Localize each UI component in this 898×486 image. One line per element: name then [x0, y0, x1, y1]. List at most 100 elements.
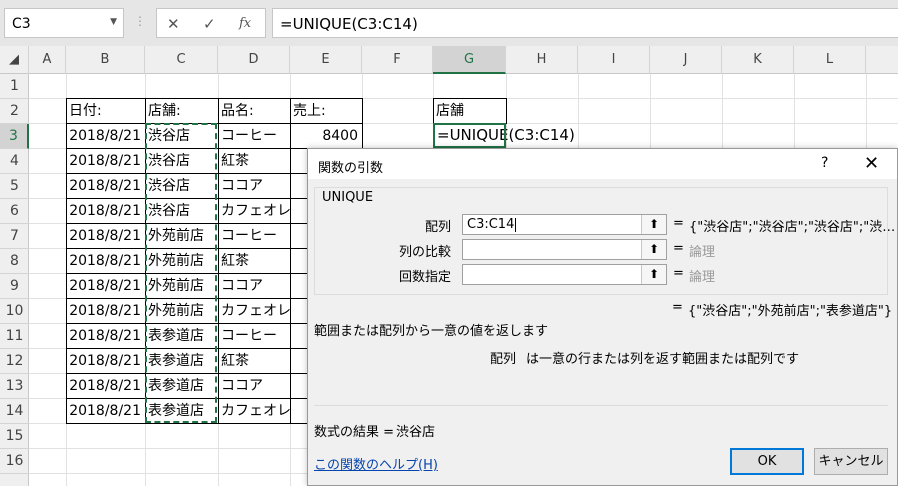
- column-header-e[interactable]: E: [290, 46, 362, 74]
- column-header-d[interactable]: D: [218, 46, 290, 74]
- table-cell[interactable]: 2018/8/21: [67, 149, 145, 173]
- function-help-link[interactable]: この関数のヘルプ(H): [314, 454, 438, 473]
- row-header-7[interactable]: 7: [0, 224, 29, 249]
- array-input[interactable]: C3:C14 ⬆: [462, 214, 667, 235]
- table-header-cell[interactable]: 日付:: [67, 99, 145, 123]
- table-cell[interactable]: カフェオレ: [219, 299, 290, 323]
- table-cell[interactable]: 2018/8/21: [67, 349, 145, 373]
- collapse-dialog-icon[interactable]: ⬆: [641, 215, 666, 234]
- help-icon[interactable]: ?: [821, 155, 828, 171]
- store-header-cell[interactable]: 店舗: [434, 99, 506, 123]
- exactly-once-input[interactable]: ⬆: [462, 264, 667, 285]
- row-header-3[interactable]: 3: [0, 124, 29, 149]
- column-header-m[interactable]: [866, 46, 898, 74]
- table-cell[interactable]: 2018/8/21: [67, 324, 145, 348]
- table-cell[interactable]: 2018/8/21: [67, 374, 145, 398]
- arg-equals: =: [673, 266, 684, 281]
- table-cell[interactable]: 2018/8/21: [67, 274, 145, 298]
- row-headers: 1 2 3 4 5 6 7 8 9 10 11 12 13 14 15 16: [0, 74, 29, 486]
- function-arguments-dialog: 関数の引数 ? ✕ UNIQUE 配列 C3:C14 ⬆ = {"渋谷店";"渋…: [307, 148, 898, 486]
- by-col-result: 論理: [689, 245, 716, 260]
- table-cell[interactable]: 2018/8/21: [67, 124, 145, 148]
- column-header-g[interactable]: G: [433, 46, 506, 74]
- dialog-title: 関数の引数: [318, 161, 384, 176]
- table-cell[interactable]: 2018/8/21: [67, 299, 145, 323]
- table-cell[interactable]: ココア: [219, 274, 290, 298]
- row-header-11[interactable]: 11: [0, 324, 29, 349]
- table-cell[interactable]: 2018/8/21: [67, 174, 145, 198]
- active-cell[interactable]: [433, 123, 506, 148]
- row-header-2[interactable]: 2: [0, 99, 29, 124]
- cancel-icon[interactable]: ✕: [167, 15, 180, 33]
- function-description: 範囲または配列から一意の値を返します: [314, 324, 549, 339]
- column-header-l[interactable]: L: [794, 46, 866, 74]
- formula-input[interactable]: =UNIQUE(C3:C14): [272, 8, 898, 38]
- cancel-button[interactable]: キャンセル: [814, 448, 888, 475]
- column-header-c[interactable]: C: [145, 46, 218, 74]
- row-header-8[interactable]: 8: [0, 249, 29, 274]
- enter-icon[interactable]: ✓: [203, 15, 216, 33]
- row-header-4[interactable]: 4: [0, 149, 29, 174]
- arg-equals: =: [673, 241, 684, 256]
- ok-button[interactable]: OK: [730, 448, 804, 475]
- table-cell[interactable]: ココア: [219, 174, 290, 198]
- exactly-once-result: 論理: [689, 270, 716, 285]
- table-cell[interactable]: 8400: [291, 124, 362, 148]
- table-cell[interactable]: コーヒー: [219, 324, 290, 348]
- function-result: {"渋谷店";"外苑前店";"表参道店"}: [688, 304, 893, 319]
- arg-description: は一意の行または列を返す範囲または配列です: [526, 352, 800, 367]
- arg-equals: =: [673, 216, 684, 231]
- table-cell[interactable]: コーヒー: [219, 224, 290, 248]
- row-header-5[interactable]: 5: [0, 174, 29, 199]
- row-header-13[interactable]: 13: [0, 374, 29, 399]
- table-cell[interactable]: 紅茶: [219, 249, 290, 273]
- array-input-value: C3:C14: [467, 217, 515, 232]
- select-all-corner[interactable]: ◢: [0, 46, 29, 74]
- dialog-titlebar[interactable]: 関数の引数 ? ✕: [308, 149, 897, 179]
- collapse-dialog-icon[interactable]: ⬆: [641, 265, 666, 284]
- table-cell[interactable]: カフェオレ: [219, 199, 290, 223]
- table-cell[interactable]: 2018/8/21: [67, 249, 145, 273]
- table-header-cell[interactable]: 店舗:: [146, 99, 218, 123]
- column-header-a[interactable]: A: [29, 46, 66, 74]
- drag-handle-icon[interactable]: ⋮: [134, 14, 146, 28]
- table-cell[interactable]: 2018/8/21: [67, 224, 145, 248]
- row-header-14[interactable]: 14: [0, 399, 29, 424]
- table-header-cell[interactable]: 売上:: [291, 99, 362, 123]
- table-cell[interactable]: 2018/8/21: [67, 199, 145, 223]
- column-header-k[interactable]: K: [722, 46, 794, 74]
- row-header-1[interactable]: 1: [0, 74, 29, 99]
- table-cell[interactable]: カフェオレ: [219, 399, 290, 423]
- table-cell[interactable]: 紅茶: [219, 149, 290, 173]
- formula-result-value: 渋谷店: [396, 425, 436, 440]
- name-box[interactable]: C3 ▼: [4, 8, 124, 38]
- column-header-b[interactable]: B: [66, 46, 145, 74]
- arg-label-exactly-once: 回数指定: [398, 270, 451, 285]
- table-cell[interactable]: 紅茶: [219, 349, 290, 373]
- table-header-cell[interactable]: 品名:: [219, 99, 290, 123]
- arguments-group: UNIQUE 配列 C3:C14 ⬆ = {"渋谷店";"渋谷店";"渋谷店";…: [314, 187, 895, 295]
- close-icon[interactable]: ✕: [864, 153, 879, 174]
- name-box-value: C3: [12, 16, 31, 32]
- formula-result-label: 数式の結果 =: [314, 425, 395, 440]
- row-header-10[interactable]: 10: [0, 299, 29, 324]
- column-header-h[interactable]: H: [506, 46, 578, 74]
- formula-text: =UNIQUE(C3:C14): [280, 15, 418, 33]
- row-header-15[interactable]: 15: [0, 424, 29, 449]
- row-header-6[interactable]: 6: [0, 199, 29, 224]
- table-cell[interactable]: コーヒー: [219, 124, 290, 148]
- chevron-down-icon[interactable]: ▼: [110, 17, 117, 27]
- table-cell[interactable]: 2018/8/21: [67, 399, 145, 423]
- column-header-j[interactable]: J: [650, 46, 722, 74]
- arg-description-name: 配列: [490, 352, 517, 367]
- row-header-16[interactable]: 16: [0, 449, 29, 474]
- collapse-dialog-icon[interactable]: ⬆: [641, 240, 666, 259]
- row-header-12[interactable]: 12: [0, 349, 29, 374]
- column-header-f[interactable]: F: [362, 46, 433, 74]
- insert-function-icon[interactable]: fx: [239, 16, 251, 31]
- row-header-9[interactable]: 9: [0, 274, 29, 299]
- by-col-input[interactable]: ⬆: [462, 239, 667, 260]
- arg-label-by-col: 列の比較: [398, 245, 451, 260]
- table-cell[interactable]: ココア: [219, 374, 290, 398]
- column-header-i[interactable]: I: [578, 46, 650, 74]
